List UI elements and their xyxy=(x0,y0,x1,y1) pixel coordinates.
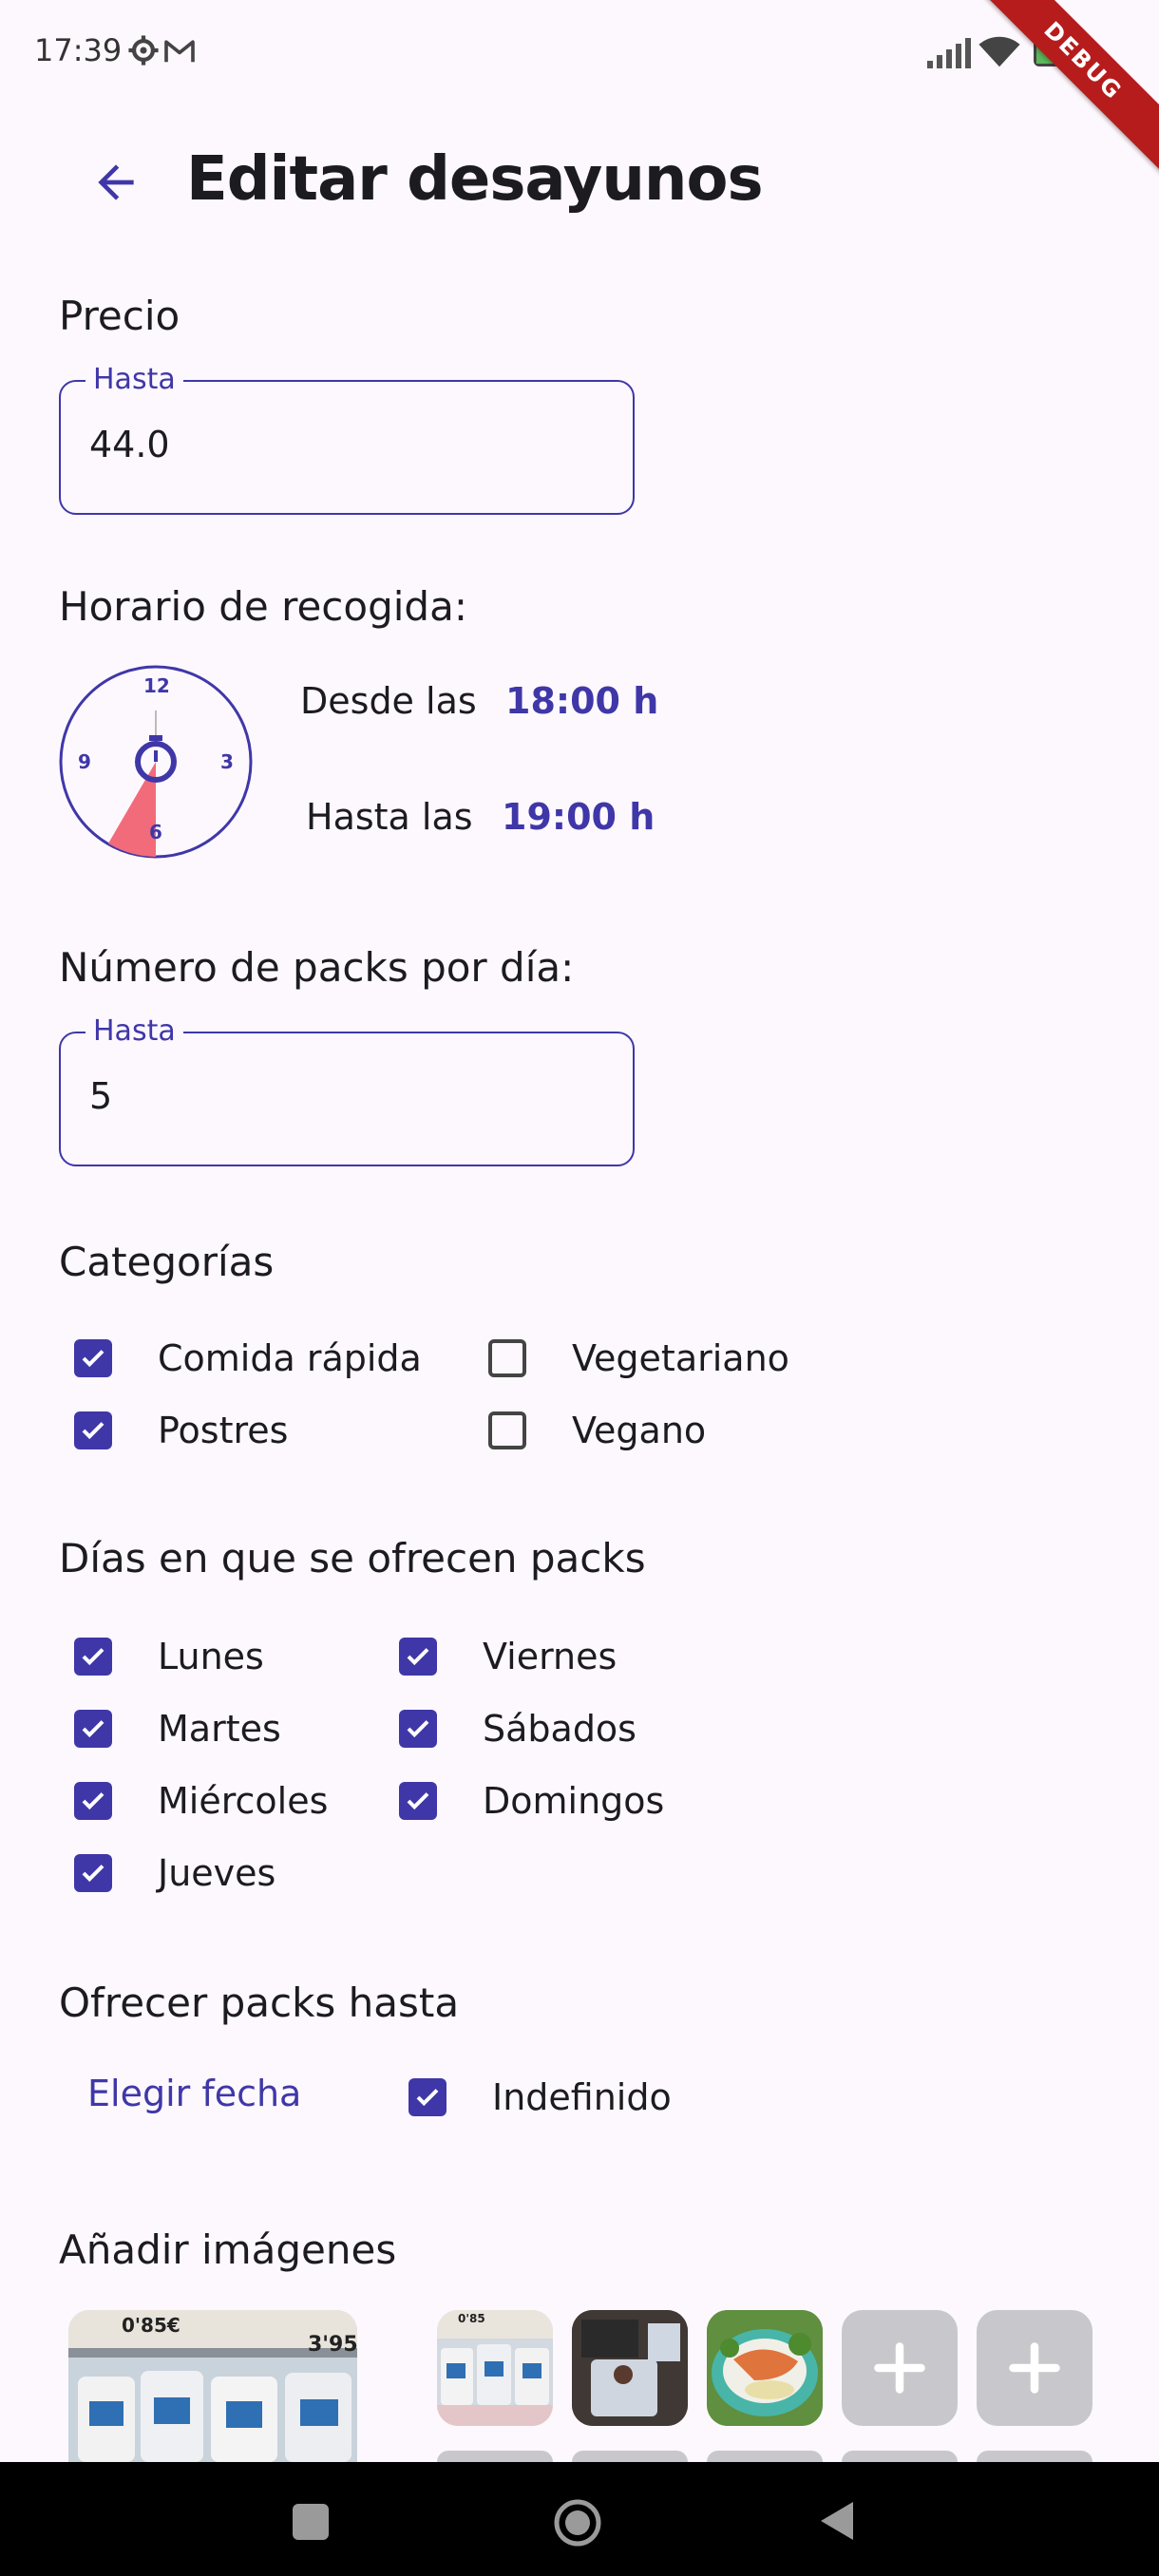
price-tag-2: 3'95€ xyxy=(308,2333,357,2357)
indefinite-checkbox[interactable]: Indefinido xyxy=(408,2076,672,2118)
checkbox-unchecked[interactable] xyxy=(488,1339,526,1377)
status-time: 17:39 xyxy=(34,32,123,68)
days-section-title: Días en que se ofrecen packs xyxy=(59,1535,646,1582)
back-nav-button[interactable] xyxy=(817,2500,855,2546)
clock-number-12: 12 xyxy=(143,674,170,697)
main-image[interactable]: 0'85€ 3'95€ xyxy=(68,2310,357,2462)
signal-icon xyxy=(927,36,971,72)
day-checkbox-miercoles[interactable]: Miércoles xyxy=(74,1780,328,1822)
add-image-button[interactable] xyxy=(572,2451,688,2462)
day-label: Domingos xyxy=(483,1780,665,1822)
checkbox-checked[interactable] xyxy=(74,1782,112,1820)
add-image-button[interactable] xyxy=(437,2451,553,2462)
from-label: Desde las xyxy=(300,680,477,722)
checkbox-checked[interactable] xyxy=(399,1782,437,1820)
plus-icon xyxy=(874,2342,925,2394)
price-field-value: 44.0 xyxy=(89,424,170,465)
day-label: Martes xyxy=(158,1708,281,1750)
checkbox-checked[interactable] xyxy=(74,1339,112,1377)
price-field-label: Hasta xyxy=(86,363,183,396)
day-label: Lunes xyxy=(158,1636,264,1677)
checkbox-unchecked[interactable] xyxy=(488,1411,526,1449)
category-checkbox-vegetariano[interactable]: Vegetariano xyxy=(488,1337,789,1379)
to-time-value[interactable]: 19:00 h xyxy=(502,796,655,838)
category-label: Vegetariano xyxy=(572,1337,789,1379)
offer-until-section-title: Ofrecer packs hasta xyxy=(59,1979,460,2026)
recents-button[interactable] xyxy=(293,2504,329,2540)
category-label: Vegano xyxy=(572,1410,707,1451)
category-checkbox-vegano[interactable]: Vegano xyxy=(488,1410,706,1451)
indefinite-label: Indefinido xyxy=(492,2076,672,2118)
packs-field-value: 5 xyxy=(89,1075,113,1117)
price-field[interactable]: Hasta 44.0 xyxy=(59,363,635,515)
plus-icon xyxy=(1009,2342,1060,2394)
add-image-button[interactable] xyxy=(977,2310,1092,2426)
image-thumbnail-salmon[interactable] xyxy=(707,2310,823,2426)
packs-field-label: Hasta xyxy=(86,1014,183,1048)
add-image-button[interactable] xyxy=(842,2451,958,2462)
from-time-value[interactable]: 18:00 h xyxy=(505,680,658,722)
settings-status-icon xyxy=(127,34,160,70)
add-image-button[interactable] xyxy=(707,2451,823,2462)
checkbox-checked[interactable] xyxy=(74,1854,112,1892)
day-label: Jueves xyxy=(158,1852,276,1894)
add-image-button[interactable] xyxy=(842,2310,958,2426)
checkbox-checked[interactable] xyxy=(74,1638,112,1676)
price-tag-1: 0'85€ xyxy=(122,2314,180,2337)
clock-number-3: 3 xyxy=(220,750,234,773)
packs-section-title: Número de packs por día: xyxy=(59,944,575,991)
pickup-clock[interactable]: 12 3 6 9 xyxy=(59,665,253,859)
clock-number-6: 6 xyxy=(149,821,162,843)
category-checkbox-comida-rapida[interactable]: Comida rápida xyxy=(74,1337,422,1379)
categories-section-title: Categorías xyxy=(59,1239,275,1285)
day-checkbox-sabados[interactable]: Sábados xyxy=(399,1708,636,1750)
category-checkbox-postres[interactable]: Postres xyxy=(74,1410,288,1451)
day-label: Viernes xyxy=(483,1636,618,1677)
debug-banner: DEBUG xyxy=(965,0,1159,179)
checkbox-checked[interactable] xyxy=(408,2078,446,2116)
to-label: Hasta las xyxy=(306,796,473,838)
day-checkbox-lunes[interactable]: Lunes xyxy=(74,1636,264,1677)
pickup-section-title: Horario de recogida: xyxy=(59,583,467,630)
checkbox-checked[interactable] xyxy=(399,1638,437,1676)
day-checkbox-viernes[interactable]: Viernes xyxy=(399,1636,617,1677)
images-section-title: Añadir imágenes xyxy=(59,2226,397,2273)
checkbox-checked[interactable] xyxy=(399,1710,437,1748)
back-button[interactable] xyxy=(84,150,148,215)
image-thumbnail-shelf[interactable]: 0'85 xyxy=(437,2310,553,2426)
page-title: Editar desayunos xyxy=(186,144,764,215)
choose-date-button[interactable]: Elegir fecha xyxy=(87,2073,301,2114)
day-label: Sábados xyxy=(483,1708,636,1750)
category-label: Comida rápida xyxy=(158,1337,422,1379)
day-checkbox-domingos[interactable]: Domingos xyxy=(399,1780,664,1822)
home-button[interactable] xyxy=(553,2498,602,2551)
price-section-title: Precio xyxy=(59,293,180,339)
gmail-status-icon xyxy=(163,38,196,68)
packs-field[interactable]: Hasta 5 xyxy=(59,1014,635,1166)
day-checkbox-jueves[interactable]: Jueves xyxy=(74,1852,276,1894)
wifi-icon xyxy=(978,34,1020,72)
system-navigation-bar xyxy=(0,2462,1159,2576)
checkbox-checked[interactable] xyxy=(74,1411,112,1449)
mini-price-tag: 0'85 xyxy=(458,2312,485,2325)
add-image-button[interactable] xyxy=(977,2451,1092,2462)
checkbox-checked[interactable] xyxy=(74,1710,112,1748)
image-thumbnail-desk[interactable] xyxy=(572,2310,688,2426)
day-label: Miércoles xyxy=(158,1780,329,1822)
clock-number-9: 9 xyxy=(78,750,91,773)
arrow-back-icon xyxy=(98,164,134,200)
day-checkbox-martes[interactable]: Martes xyxy=(74,1708,281,1750)
category-label: Postres xyxy=(158,1410,289,1451)
